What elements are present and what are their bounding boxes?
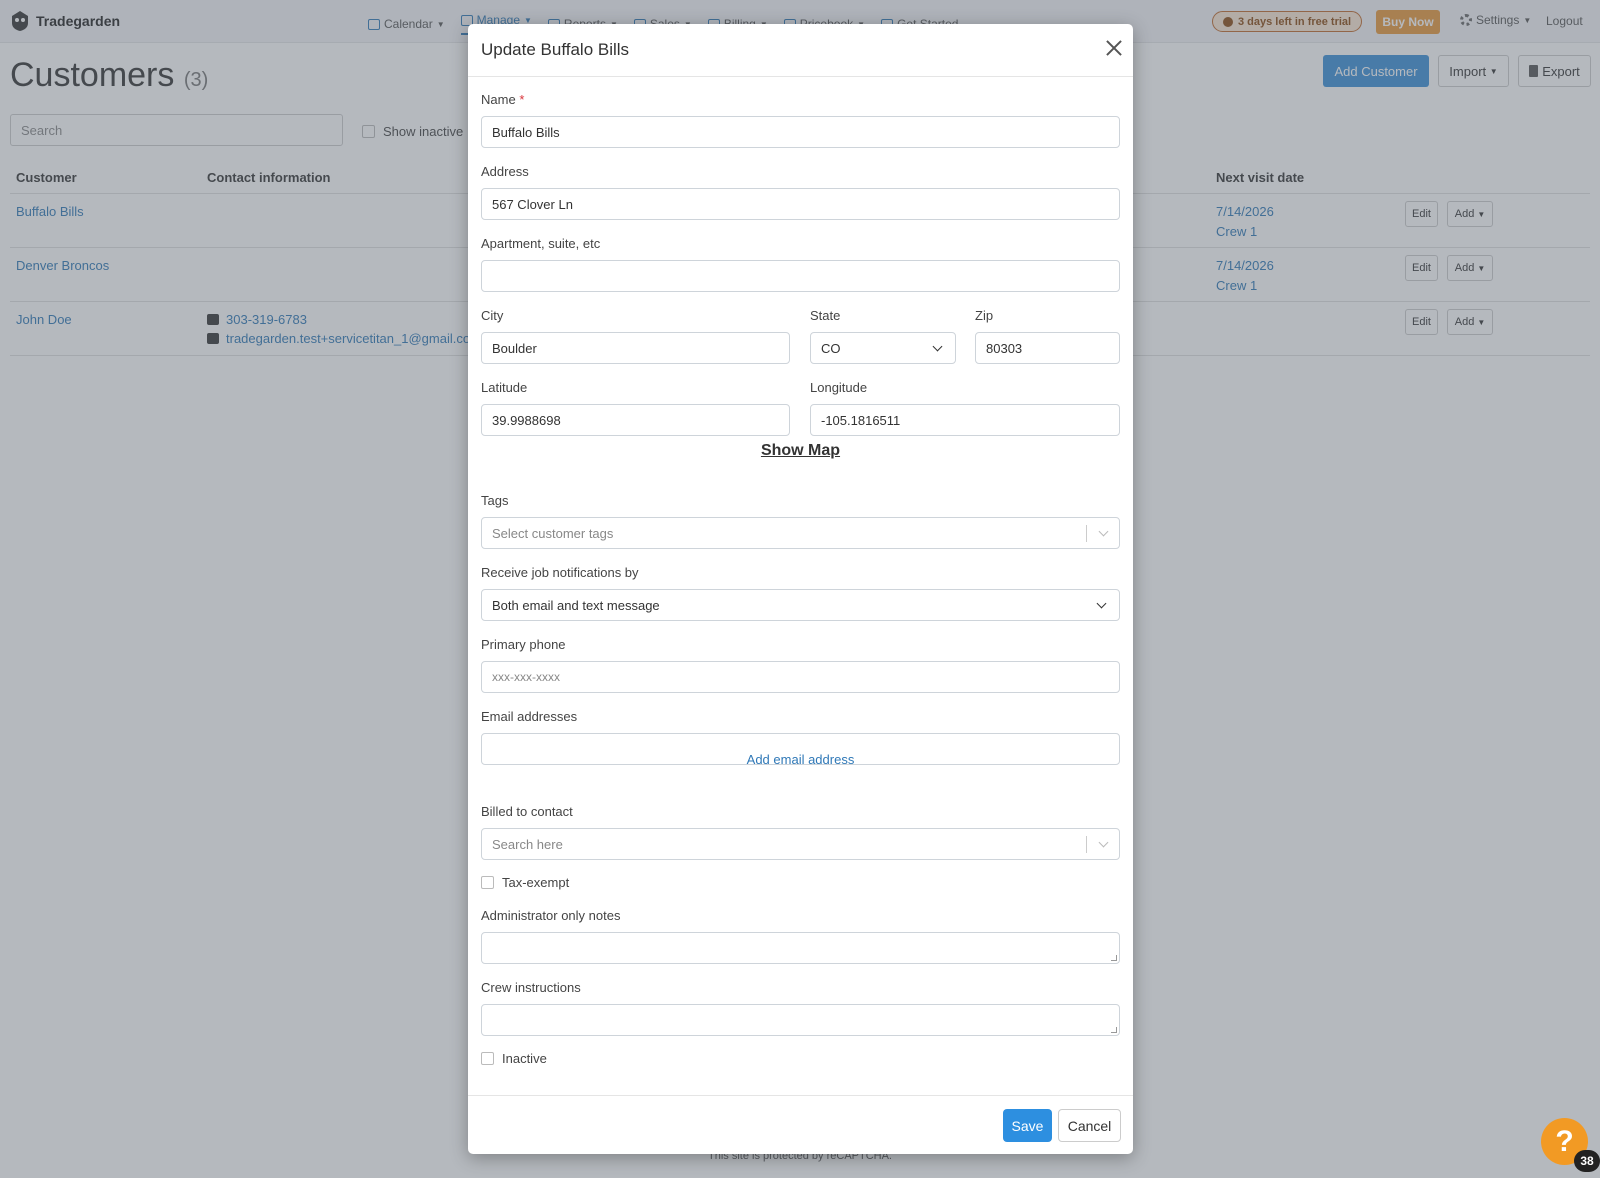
separator [1086, 836, 1087, 853]
chevron-down-icon [932, 341, 943, 352]
name-label-text: Name [481, 92, 516, 107]
chevron-down-icon [1098, 837, 1109, 848]
tags-label: Tags [481, 493, 509, 508]
address-label: Address [481, 164, 529, 179]
modal-footer-divider [468, 1095, 1133, 1096]
resize-handle-icon[interactable] [1111, 955, 1117, 961]
admin-notes-label: Administrator only notes [481, 908, 621, 923]
notifications-select[interactable]: Both email and text message [481, 589, 1120, 621]
show-map-link[interactable]: Show Map [468, 442, 1133, 460]
separator [1086, 525, 1087, 542]
tax-exempt-checkbox[interactable] [481, 876, 494, 889]
state-select[interactable]: CO [810, 332, 956, 364]
primary-phone-input[interactable]: xxx-xxx-xxxx [481, 661, 1120, 693]
name-input[interactable]: Buffalo Bills [481, 116, 1120, 148]
primary-phone-label: Primary phone [481, 637, 566, 652]
admin-notes-textarea[interactable] [481, 932, 1120, 964]
city-input[interactable]: Boulder [481, 332, 790, 364]
crew-instructions-label: Crew instructions [481, 980, 581, 995]
latitude-input[interactable]: 39.9988698 [481, 404, 790, 436]
notifications-value: Both email and text message [492, 597, 660, 613]
apartment-label: Apartment, suite, etc [481, 236, 601, 251]
email-addresses-label: Email addresses [481, 709, 578, 724]
chevron-down-icon [1098, 526, 1109, 537]
longitude-label: Longitude [810, 380, 868, 395]
inactive-toggle[interactable]: Inactive [481, 1051, 547, 1066]
add-email-link[interactable]: Add email address [468, 752, 1133, 767]
modal-header: Update Buffalo Bills [468, 24, 1133, 77]
city-label: City [481, 308, 504, 323]
address-input[interactable]: 567 Clover Ln [481, 188, 1120, 220]
modal-title: Update Buffalo Bills [481, 40, 630, 59]
name-label: Name * [481, 92, 524, 107]
required-marker: * [519, 92, 525, 107]
longitude-input[interactable]: -105.1816511 [810, 404, 1120, 436]
tags-select[interactable]: Select customer tags [481, 517, 1120, 549]
chevron-down-icon [1096, 598, 1107, 609]
save-button[interactable]: Save [1003, 1109, 1052, 1142]
zip-input[interactable]: 80303 [975, 332, 1120, 364]
help-count-badge: 38 [1574, 1150, 1600, 1172]
resize-handle-icon[interactable] [1111, 1027, 1117, 1033]
tax-exempt-toggle[interactable]: Tax-exempt [481, 875, 569, 890]
state-label: State [810, 308, 841, 323]
billed-to-placeholder: Search here [492, 836, 563, 852]
inactive-label: Inactive [502, 1051, 547, 1066]
cancel-button[interactable]: Cancel [1058, 1109, 1121, 1142]
update-customer-modal: Update Buffalo Bills Name * Buffalo Bill… [468, 24, 1133, 1154]
apartment-input[interactable] [481, 260, 1120, 292]
notifications-label: Receive job notifications by [481, 565, 639, 580]
billed-to-select[interactable]: Search here [481, 828, 1120, 860]
latitude-label: Latitude [481, 380, 528, 395]
state-value: CO [821, 340, 841, 356]
tags-placeholder: Select customer tags [492, 525, 614, 541]
billed-to-label: Billed to contact [481, 804, 573, 819]
zip-label: Zip [975, 308, 994, 323]
inactive-checkbox[interactable] [481, 1052, 494, 1065]
tax-exempt-label: Tax-exempt [502, 875, 570, 890]
close-icon[interactable] [1104, 38, 1124, 58]
crew-instructions-textarea[interactable] [481, 1004, 1120, 1036]
